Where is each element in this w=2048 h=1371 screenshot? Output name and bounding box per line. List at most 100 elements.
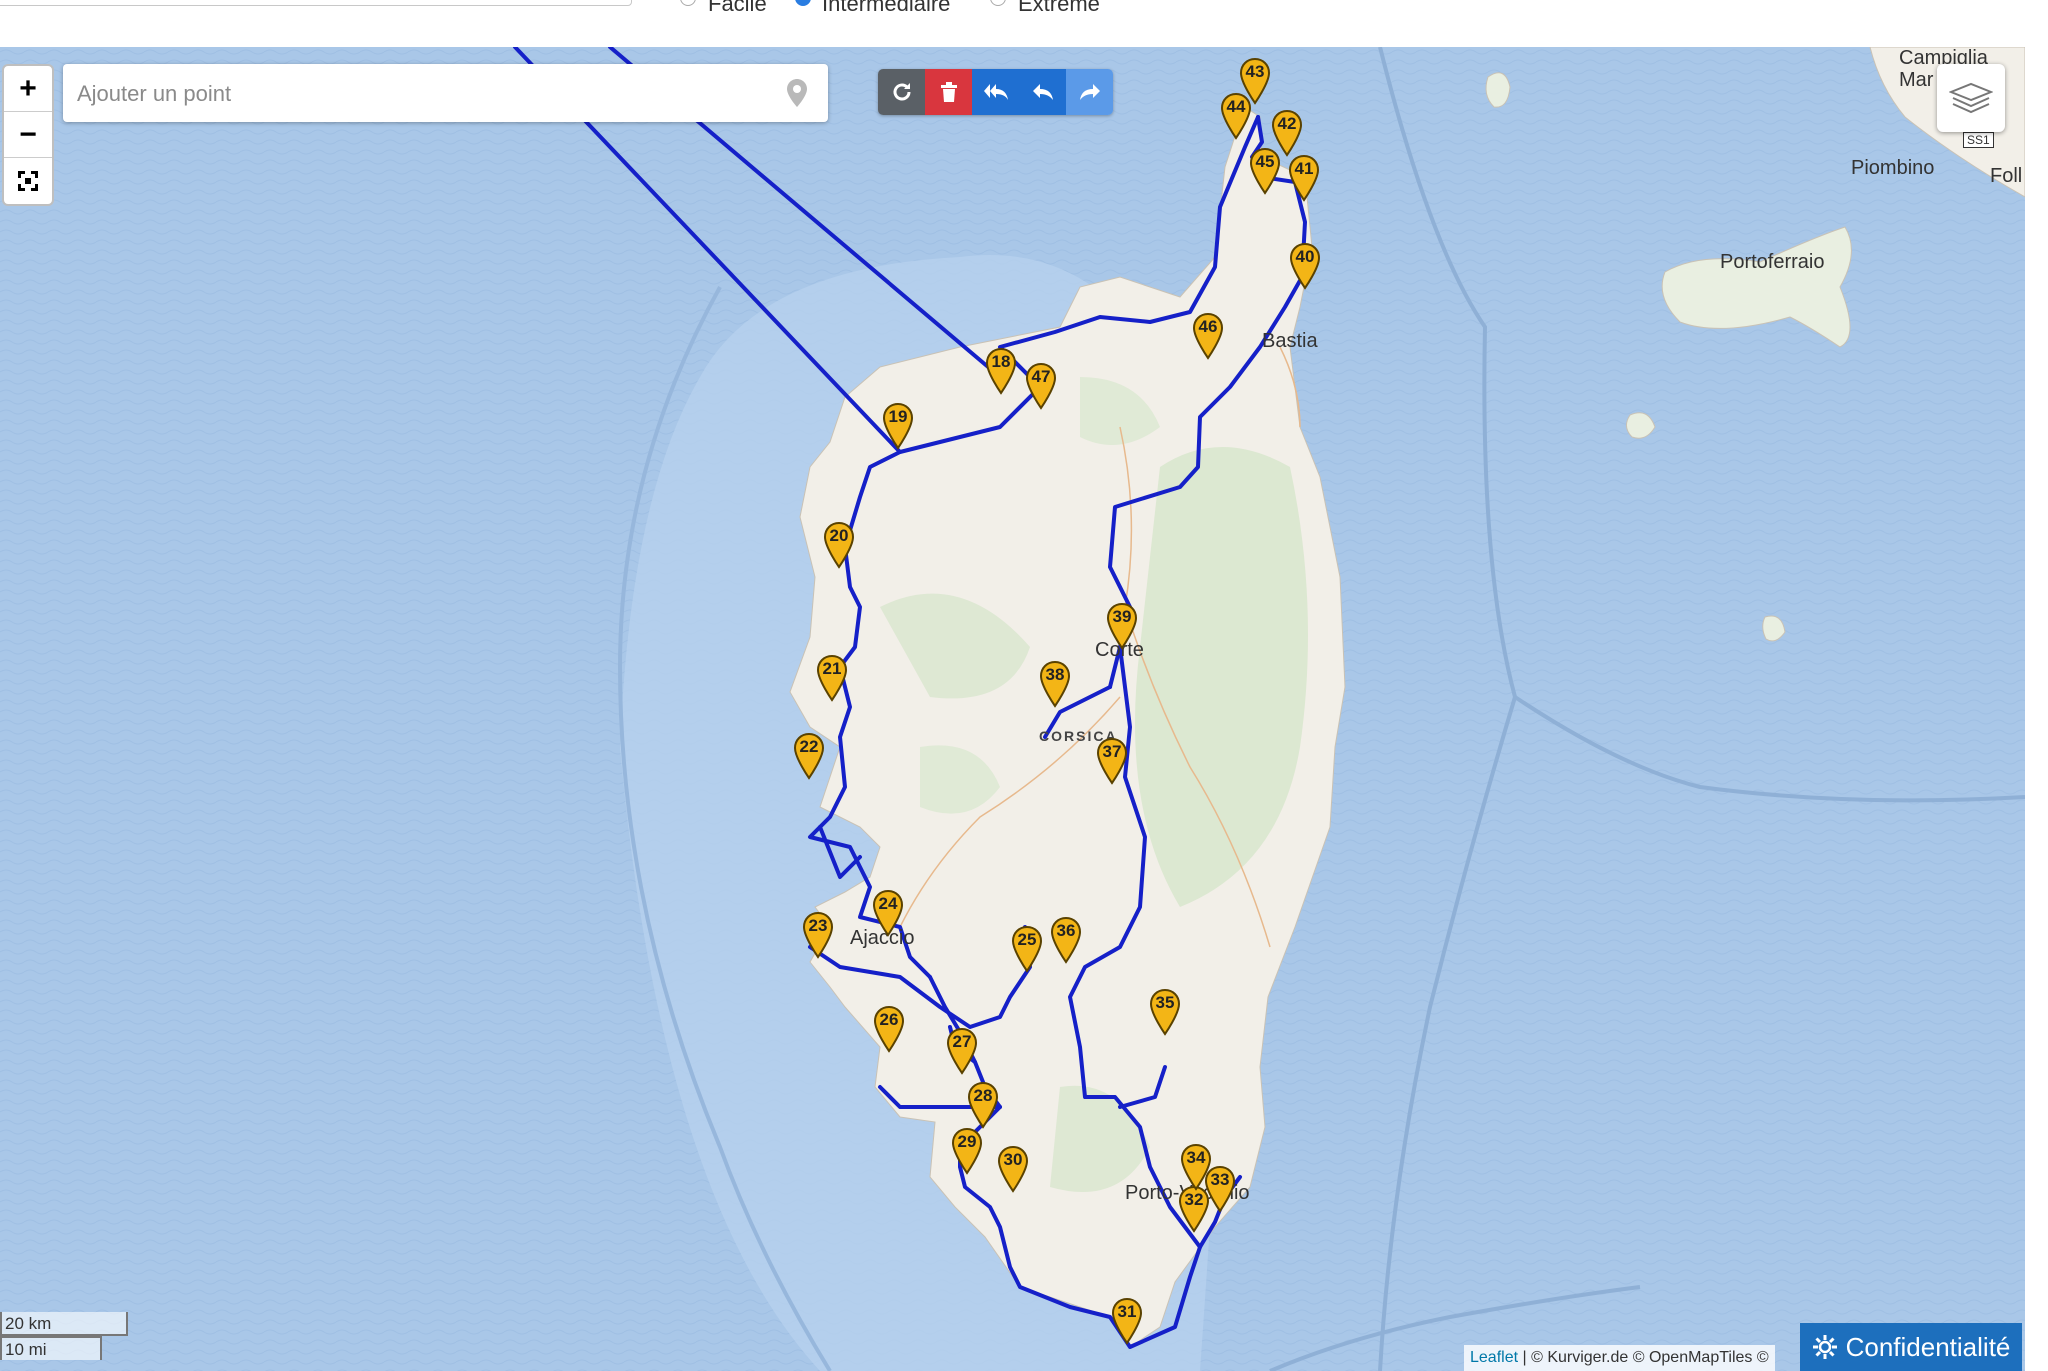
place-label-mar: Mar	[1899, 69, 1934, 91]
undo-button[interactable]	[1019, 69, 1066, 115]
waypoint-marker-21[interactable]: 21	[815, 654, 849, 702]
reply-icon	[1032, 84, 1053, 100]
waypoint-number: 29	[957, 1132, 977, 1151]
waypoint-marker-29[interactable]: 29	[950, 1127, 984, 1175]
waypoint-number: 46	[1198, 317, 1218, 336]
zoom-out-button[interactable]: −	[4, 112, 52, 158]
waypoint-marker-26[interactable]: 26	[872, 1005, 906, 1053]
zoom-in-button[interactable]: +	[4, 66, 52, 112]
radio-facile[interactable]	[680, 0, 696, 6]
waypoint-marker-27[interactable]: 27	[945, 1027, 979, 1075]
undo-all-button[interactable]	[972, 69, 1019, 115]
waypoint-number: 25	[1017, 930, 1037, 949]
waypoint-number: 35	[1155, 993, 1175, 1012]
waypoint-marker-30[interactable]: 30	[996, 1145, 1030, 1193]
waypoint-marker-25[interactable]: 25	[1010, 925, 1044, 973]
attribution-text: | © Kurviger.de © OpenMapTiles ©	[1518, 1349, 1769, 1366]
waypoint-number: 30	[1003, 1150, 1023, 1169]
waypoint-marker-34[interactable]: 34	[1179, 1143, 1213, 1191]
waypoint-marker-20[interactable]: 20	[822, 521, 856, 569]
layers-icon	[1949, 82, 1993, 114]
forward-icon	[1079, 84, 1100, 100]
waypoint-number: 40	[1295, 247, 1315, 266]
place-label-foll: Foll	[1990, 165, 2023, 187]
expand-icon	[18, 170, 38, 191]
waypoint-number: 47	[1031, 367, 1051, 386]
chevron-down-icon: »	[617, 0, 625, 3]
waypoint-marker-31[interactable]: 31	[1110, 1297, 1144, 1345]
scale-mi: 10 mi	[0, 1336, 102, 1360]
waypoint-marker-36[interactable]: 36	[1049, 916, 1083, 964]
waypoint-marker-28[interactable]: 28	[966, 1081, 1000, 1129]
add-point-search	[63, 64, 828, 122]
radio-intermediaire[interactable]	[795, 0, 811, 6]
gear-icon	[1812, 1335, 1837, 1359]
privacy-button[interactable]: Confidentialité	[1800, 1323, 2022, 1371]
delete-button[interactable]	[925, 69, 972, 115]
map-view[interactable]: Campiglia Mar Piombino Foll Portoferraio…	[0, 47, 2025, 1371]
waypoint-marker-24[interactable]: 24	[871, 889, 905, 937]
waypoint-number: 27	[952, 1032, 972, 1051]
reply-all-icon	[983, 84, 1008, 100]
waypoint-number: 21	[822, 659, 842, 678]
zoom-control: + −	[2, 64, 54, 206]
refresh-button[interactable]	[878, 69, 925, 115]
waypoint-number: 41	[1294, 159, 1314, 178]
place-label-bastia: Bastia	[1262, 330, 1318, 352]
place-label-portoferraio: Portoferraio	[1720, 251, 1825, 273]
waypoint-marker-44[interactable]: 44	[1219, 92, 1253, 140]
waypoint-marker-22[interactable]: 22	[792, 732, 826, 780]
waypoint-marker-35[interactable]: 35	[1148, 988, 1182, 1036]
redo-button[interactable]	[1066, 69, 1113, 115]
waypoint-number: 42	[1277, 114, 1297, 133]
top-select-field[interactable]: »	[0, 0, 632, 6]
waypoint-marker-41[interactable]: 41	[1287, 154, 1321, 202]
radio-label-facile: Facile	[708, 0, 767, 16]
leaflet-link[interactable]: Leaflet	[1470, 1349, 1518, 1366]
add-point-input[interactable]	[75, 72, 759, 116]
fit-bounds-button[interactable]	[4, 158, 52, 203]
radio-extreme[interactable]	[990, 0, 1006, 6]
waypoint-number: 37	[1102, 742, 1122, 761]
trash-icon	[940, 82, 957, 102]
map-pin-icon[interactable]	[786, 78, 808, 108]
scale-control: 20 km 10 mi	[0, 1312, 128, 1360]
waypoint-number: 44	[1226, 97, 1246, 116]
waypoint-marker-47[interactable]: 47	[1024, 362, 1058, 410]
waypoint-number: 19	[888, 407, 908, 426]
waypoint-number: 38	[1045, 665, 1065, 684]
waypoint-number: 34	[1186, 1148, 1206, 1167]
waypoint-number: 24	[878, 894, 898, 913]
route-toolbar	[878, 69, 1113, 115]
waypoint-number: 18	[991, 352, 1011, 371]
privacy-label: Confidentialité	[1845, 1331, 2011, 1362]
waypoint-marker-37[interactable]: 37	[1095, 737, 1129, 785]
waypoint-marker-18[interactable]: 18	[984, 347, 1018, 395]
right-margin	[2025, 47, 2048, 1371]
waypoint-number: 45	[1255, 152, 1275, 171]
waypoint-marker-40[interactable]: 40	[1288, 242, 1322, 290]
waypoint-marker-23[interactable]: 23	[801, 911, 835, 959]
waypoint-marker-46[interactable]: 46	[1191, 312, 1225, 360]
waypoint-marker-38[interactable]: 38	[1038, 660, 1072, 708]
waypoint-marker-39[interactable]: 39	[1105, 602, 1139, 650]
waypoint-number: 36	[1056, 921, 1076, 940]
waypoint-number: 26	[879, 1010, 899, 1029]
place-label-piombino: Piombino	[1851, 157, 1935, 179]
waypoint-number: 20	[829, 526, 849, 545]
waypoint-number: 28	[973, 1086, 993, 1105]
attribution: Leaflet | © Kurviger.de © OpenMapTiles ©	[1464, 1345, 1775, 1371]
waypoint-number: 39	[1112, 607, 1132, 626]
waypoint-number: 31	[1117, 1302, 1137, 1321]
waypoint-number: 23	[808, 916, 828, 935]
radio-label-extreme: Extrême	[1018, 0, 1100, 16]
top-form-bar: » Facile Intermédiaire Extrême	[0, 0, 2048, 47]
layers-button[interactable]	[1937, 64, 2005, 132]
waypoint-marker-45[interactable]: 45	[1248, 147, 1282, 195]
waypoint-number: 43	[1245, 62, 1265, 81]
radio-label-intermediaire: Intermédiaire	[822, 0, 951, 16]
waypoint-marker-19[interactable]: 19	[881, 402, 915, 450]
refresh-icon	[893, 83, 910, 101]
scale-km: 20 km	[0, 1312, 128, 1336]
waypoint-number: 22	[799, 737, 819, 756]
